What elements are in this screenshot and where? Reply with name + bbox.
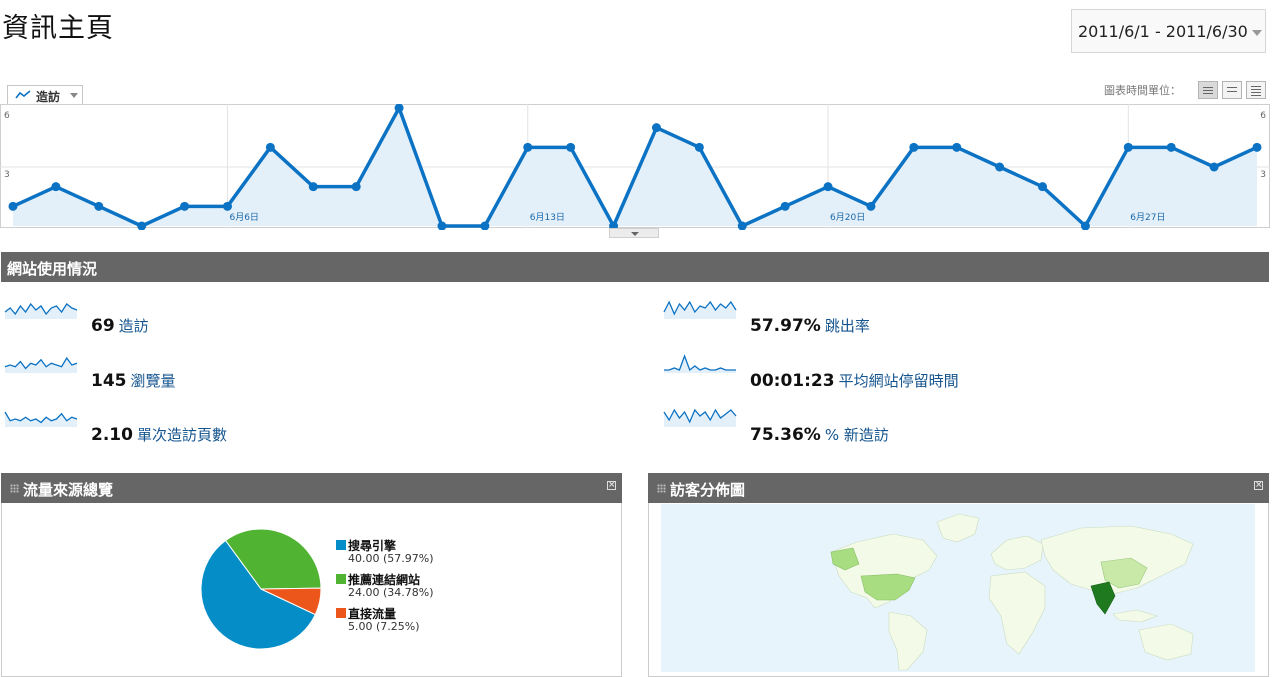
- y-tick-label: 3: [1260, 170, 1266, 180]
- time-unit-month-button[interactable]: [1246, 81, 1266, 99]
- data-point[interactable]: [222, 201, 232, 211]
- data-point[interactable]: [566, 142, 576, 152]
- data-point[interactable]: [651, 123, 661, 133]
- metric-selector-label: 造訪: [36, 90, 61, 104]
- data-point[interactable]: [94, 201, 104, 211]
- data-point[interactable]: [866, 201, 876, 211]
- stat-value: 2.10: [91, 425, 133, 445]
- sparkline-area: [664, 302, 736, 319]
- x-tick-label: 6月20日: [830, 212, 865, 223]
- data-point[interactable]: [823, 182, 833, 192]
- data-point[interactable]: [1038, 182, 1048, 192]
- legend-value: 40.00 (57.97%): [348, 552, 434, 565]
- traffic-sources-title: 流量來源總覽: [23, 481, 114, 499]
- stat-link-pages-per-visit[interactable]: 單次造訪頁數: [137, 426, 227, 444]
- chevron-down-icon: [70, 93, 78, 98]
- drag-handle-icon[interactable]: [657, 484, 666, 493]
- chart-time-unit-label: 圖表時間單位：: [1104, 84, 1181, 97]
- data-point[interactable]: [351, 182, 361, 192]
- metric-selector-tab[interactable]: 造訪: [7, 85, 83, 105]
- data-point[interactable]: [780, 201, 790, 211]
- data-point[interactable]: [909, 142, 919, 152]
- time-unit-day-button[interactable]: [1198, 81, 1218, 99]
- data-point[interactable]: [1252, 142, 1262, 152]
- drag-handle-icon[interactable]: [10, 484, 19, 493]
- data-point[interactable]: [995, 162, 1005, 172]
- stat-sparkline: [663, 408, 737, 427]
- stat-link-pageviews[interactable]: 瀏覽量: [131, 372, 176, 390]
- stat-sparkline: [4, 411, 78, 427]
- sparkline-area: [664, 410, 736, 427]
- chevron-down-icon: [1252, 30, 1262, 36]
- data-point[interactable]: [51, 182, 61, 192]
- data-point[interactable]: [1166, 142, 1176, 152]
- stat-sparkline: [664, 354, 736, 373]
- time-unit-week-button[interactable]: [1222, 81, 1242, 99]
- x-tick-label: 6月27日: [1130, 212, 1165, 223]
- stat-value: 57.97%: [750, 316, 821, 336]
- stat-new-visits: 75.36%% 新造訪: [750, 424, 889, 445]
- data-point[interactable]: [180, 201, 190, 211]
- legend-value: 5.00 (7.25%): [348, 620, 420, 633]
- visitor-map-header[interactable]: 訪客分佈圖 ×: [648, 473, 1269, 503]
- close-icon[interactable]: ×: [607, 481, 616, 490]
- stat-sparkline: [4, 356, 78, 373]
- stat-avg-time-on-site: 00:01:23 平均網站停留時間: [750, 370, 959, 391]
- line-chart-icon: [15, 90, 31, 99]
- legend-swatch: [336, 608, 346, 618]
- sparkline-line: [664, 354, 736, 372]
- data-point[interactable]: [694, 142, 704, 152]
- legend-value: 24.00 (34.78%): [348, 586, 434, 599]
- legend-swatch: [336, 540, 346, 550]
- world-map[interactable]: [661, 504, 1255, 672]
- stat-value: 00:01:23: [750, 371, 835, 391]
- stat-pageviews: 145 瀏覽量: [91, 370, 176, 391]
- stat-link-new-visits[interactable]: % 新造訪: [825, 426, 889, 444]
- stat-link-visits[interactable]: 造訪: [119, 317, 149, 335]
- chart-resize-handle[interactable]: [609, 228, 659, 238]
- data-point[interactable]: [523, 142, 533, 152]
- stat-sparkline: [4, 302, 78, 319]
- world-map-graphic: [830, 513, 1194, 671]
- stat-link-avg-time-on-site[interactable]: 平均網站停留時間: [839, 372, 959, 390]
- legend-swatch: [336, 574, 346, 584]
- stat-visits: 69 造訪: [91, 315, 149, 336]
- stat-link-bounce-rate[interactable]: 跳出率: [825, 317, 870, 335]
- y-tick-label: 6: [4, 111, 10, 121]
- page-title: 資訊主頁: [2, 13, 114, 44]
- visits-line-chart: 6 3 6 3 6月6日 6月13日 6月20日 6月27日: [0, 104, 1270, 230]
- data-point[interactable]: [8, 201, 18, 211]
- stat-sparkline: [663, 300, 737, 319]
- data-point[interactable]: [308, 182, 318, 192]
- traffic-sources-header[interactable]: 流量來源總覽 ×: [1, 473, 622, 503]
- data-point[interactable]: [1209, 162, 1219, 172]
- data-point[interactable]: [1123, 142, 1133, 152]
- stat-value: 145: [91, 371, 127, 391]
- site-usage-header: 網站使用情況: [1, 252, 1269, 282]
- data-point[interactable]: [265, 142, 275, 152]
- date-range-label: 2011/6/1 - 2011/6/30: [1078, 22, 1248, 41]
- close-icon[interactable]: ×: [1254, 481, 1263, 490]
- traffic-sources-panel: [1, 503, 622, 677]
- data-point[interactable]: [952, 142, 962, 152]
- x-tick-label: 6月6日: [229, 212, 258, 223]
- stat-bounce-rate: 57.97% 跳出率: [750, 315, 870, 336]
- y-tick-label: 3: [4, 170, 10, 180]
- date-range-picker[interactable]: 2011/6/1 - 2011/6/30: [1071, 9, 1266, 53]
- traffic-pie-chart: [200, 528, 322, 650]
- stat-value: 75.36%: [750, 425, 821, 445]
- stat-value: 69: [91, 316, 115, 336]
- site-usage-title: 網站使用情況: [7, 260, 98, 278]
- visitor-map-title: 訪客分佈圖: [670, 481, 746, 499]
- stat-pages-per-visit: 2.10 單次造訪頁數: [91, 424, 227, 445]
- x-tick-label: 6月13日: [530, 212, 565, 223]
- y-tick-label: 6: [1260, 111, 1266, 121]
